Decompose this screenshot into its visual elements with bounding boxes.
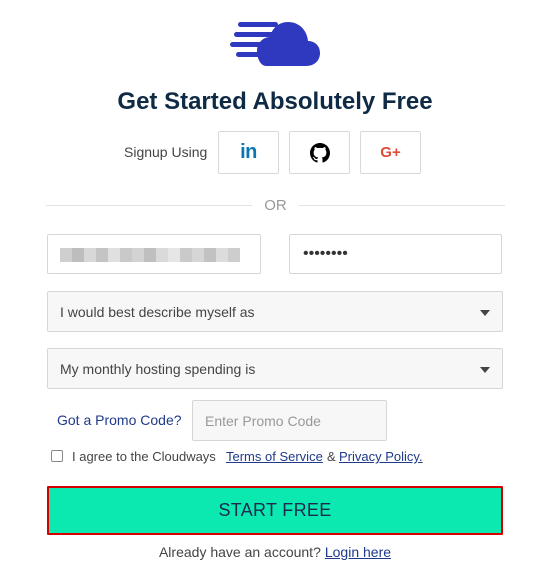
github-icon <box>309 142 330 163</box>
page-title: Get Started Absolutely Free <box>117 88 433 115</box>
google-plus-icon: G+ <box>380 144 401 161</box>
password-field[interactable]: •••••••• <box>289 234 502 274</box>
google-plus-signup-button[interactable]: G+ <box>360 131 421 174</box>
linkedin-signup-button[interactable]: in <box>218 131 279 174</box>
hosting-spending-value: My monthly hosting spending is <box>60 361 256 377</box>
divider-line-right <box>299 205 505 206</box>
privacy-policy-link[interactable]: Privacy Policy. <box>339 449 423 464</box>
github-signup-button[interactable] <box>289 131 350 174</box>
agree-text: I agree to the Cloudways <box>72 449 216 464</box>
terms-of-service-link[interactable]: Terms of Service <box>226 449 323 464</box>
or-divider: OR <box>46 196 505 216</box>
have-account-text: Already have an account? <box>158 544 321 560</box>
cloud-speed-icon <box>230 22 320 66</box>
login-prompt: Already have an account? Login here <box>0 544 550 560</box>
chevron-down-icon <box>480 367 490 373</box>
chevron-down-icon <box>480 310 490 316</box>
email-value-blurred <box>60 248 240 262</box>
describe-yourself-select[interactable]: I would best describe myself as <box>47 291 503 332</box>
start-free-button[interactable]: START FREE <box>47 486 503 535</box>
linkedin-icon: in <box>240 141 257 163</box>
email-field[interactable] <box>47 234 261 274</box>
hosting-spending-select[interactable]: My monthly hosting spending is <box>47 348 503 389</box>
social-signup-row: Signup Using in G+ <box>0 131 550 174</box>
promo-code-link[interactable]: Got a Promo Code? <box>57 412 182 428</box>
ampersand-text: & <box>327 449 336 464</box>
signup-using-label: Signup Using <box>124 144 208 160</box>
password-value: •••••••• <box>303 245 348 262</box>
login-link[interactable]: Login here <box>325 544 391 560</box>
terms-checkbox[interactable] <box>51 450 63 462</box>
promo-code-input[interactable] <box>192 400 387 441</box>
describe-yourself-value: I would best describe myself as <box>60 304 255 320</box>
